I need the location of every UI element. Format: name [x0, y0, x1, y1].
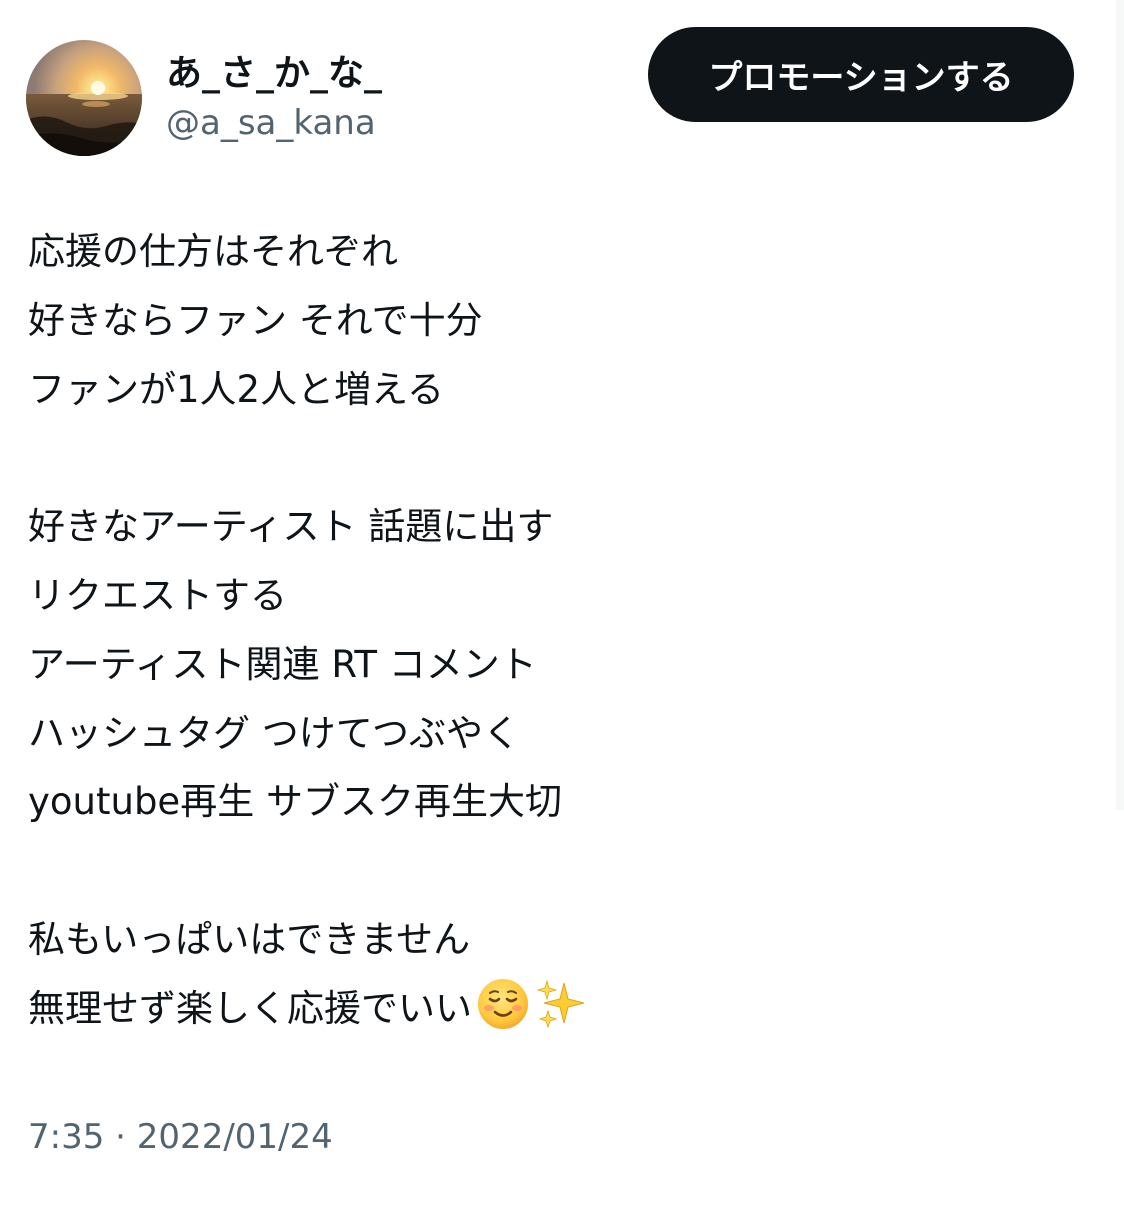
- tweet-line: 応援の仕方はそれぞれ: [28, 230, 398, 273]
- tweet-timestamp[interactable]: 7:35 · 2022/01/24: [28, 1116, 333, 1158]
- scroll-edge: [1116, 0, 1124, 810]
- tweet-time: 7:35: [28, 1117, 105, 1157]
- sparkles-icon: [534, 977, 588, 1054]
- tweet-line: 好きなアーティスト 話題に出す: [28, 505, 554, 549]
- tweet-line: 私もいっぱいはできません: [28, 917, 471, 961]
- tweet-line-with-emoji: 無理せず楽しく応援でいい: [28, 975, 1088, 1044]
- tweet-line: 好きならファン それで十分: [28, 298, 483, 342]
- smiling-face-icon: [476, 977, 530, 1054]
- tweet-line: ハッシュタグ つけてつぶやく: [28, 711, 521, 755]
- tweet-date: 2022/01/24: [136, 1117, 333, 1157]
- sunset-photo-icon: [26, 40, 142, 156]
- avatar[interactable]: [26, 40, 142, 156]
- tweet-text: 応援の仕方はそれぞれ 好きならファン それで十分 ファンが1人2人と増える 好き…: [28, 218, 1088, 1044]
- user-handle[interactable]: @a_sa_kana: [166, 102, 376, 144]
- meta-separator: ·: [115, 1117, 126, 1157]
- display-name[interactable]: あ_さ_か_な_: [166, 52, 382, 96]
- tweet-line: youtube再生 サブスク再生大切: [28, 780, 562, 824]
- tweet-line: ファンが1人2人と増える: [28, 367, 444, 411]
- tweet-line: アーティスト関連 RT コメント: [28, 642, 537, 686]
- tweet-line: リクエストする: [28, 573, 287, 617]
- tweet-line-text: 無理せず楽しく応援でいい: [28, 986, 472, 1030]
- promote-button[interactable]: プロモーションする: [648, 27, 1074, 122]
